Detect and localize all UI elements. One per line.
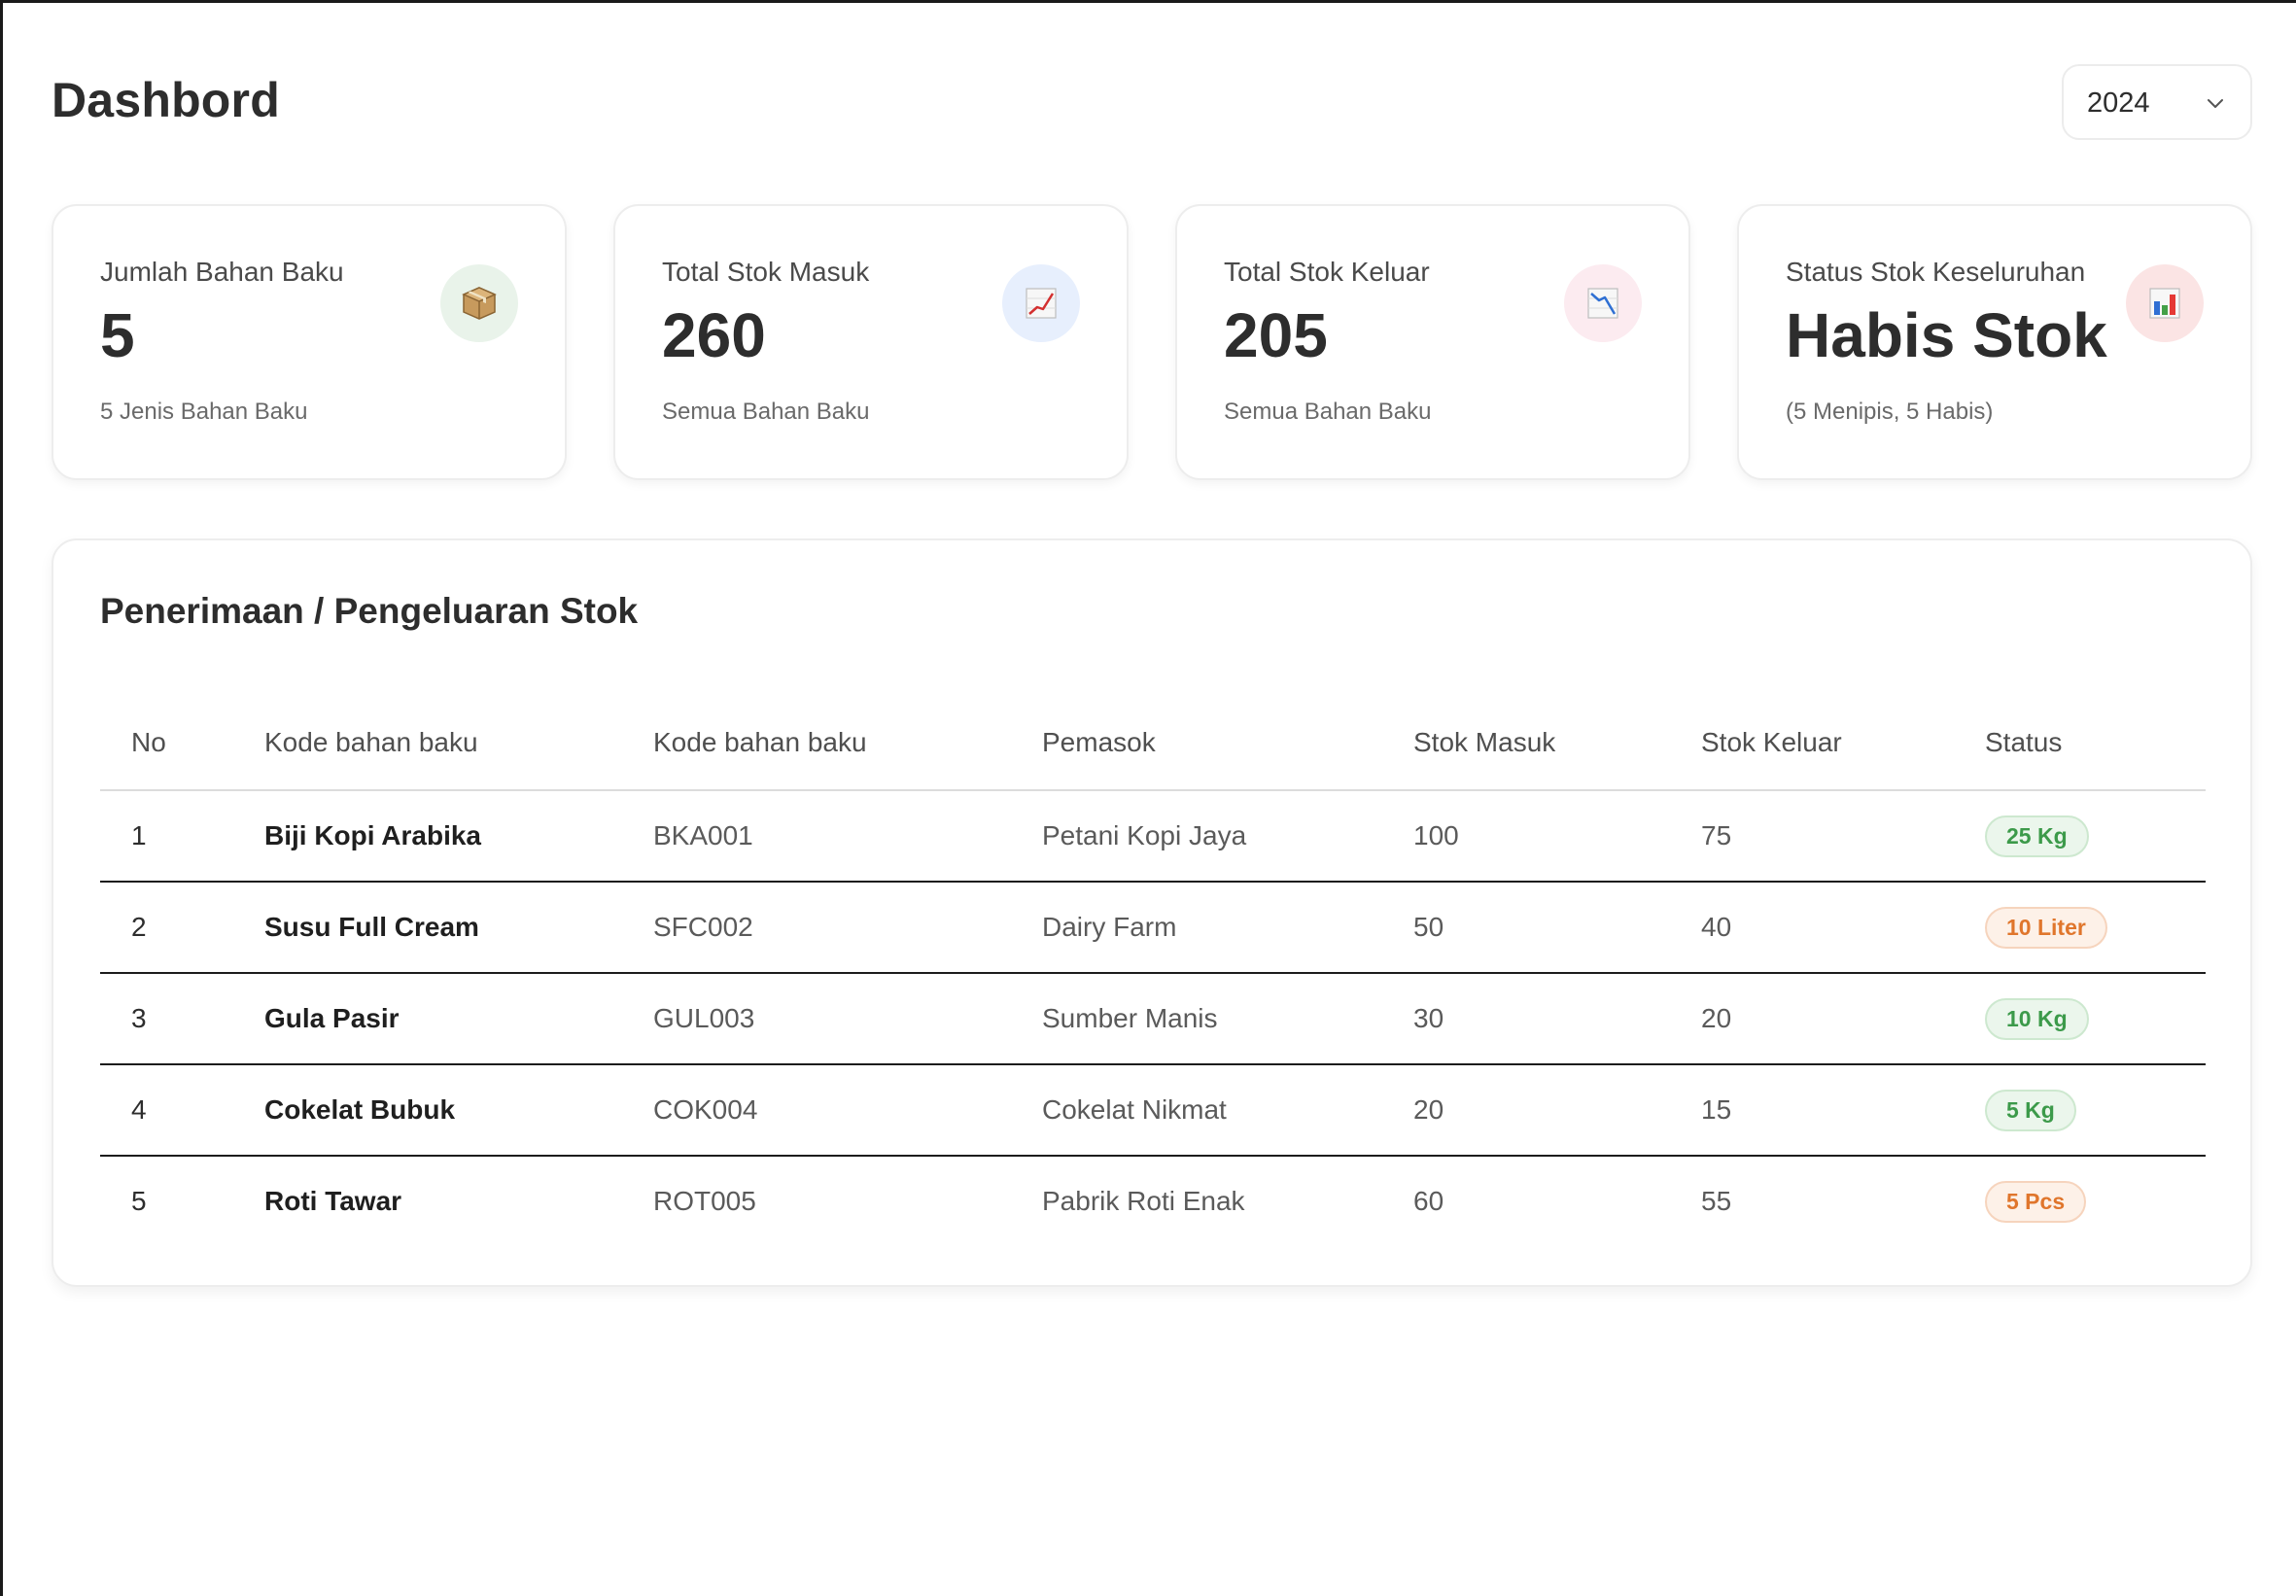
card-label: Status Stok Keseluruhan bbox=[1786, 257, 2086, 287]
cell-status: 25 Kg bbox=[1954, 790, 2206, 883]
card-total-stok-masuk: Total Stok Masuk 260 Semua Bahan Baku bbox=[613, 204, 1129, 480]
status-badge: 5 Kg bbox=[1985, 1089, 2076, 1131]
cell-stok-keluar: 15 bbox=[1670, 1064, 1954, 1157]
status-badge: 25 Kg bbox=[1985, 815, 2089, 857]
cell-name: Roti Tawar bbox=[264, 1186, 402, 1216]
page-title: Dashbord bbox=[52, 73, 280, 127]
card-value: Habis Stok bbox=[1786, 300, 2107, 370]
cell-code: GUL003 bbox=[622, 973, 1011, 1065]
year-select[interactable]: 2024 bbox=[2062, 64, 2252, 140]
cell-code: COK004 bbox=[622, 1064, 1011, 1157]
package-icon bbox=[440, 264, 518, 342]
cell-supplier: Petani Kopi Jaya bbox=[1011, 790, 1382, 883]
cell-status: 10 Liter bbox=[1954, 882, 2206, 974]
chart-increasing-icon bbox=[1002, 264, 1080, 342]
cell-supplier: Dairy Farm bbox=[1011, 882, 1382, 974]
cell-stok-keluar: 40 bbox=[1670, 882, 1954, 974]
table-header-row: No Kode bahan baku Kode bahan baku Pemas… bbox=[100, 696, 2206, 791]
bar-chart-icon bbox=[2126, 264, 2204, 342]
card-total-stok-keluar: Total Stok Keluar 205 Semua Bahan Baku bbox=[1175, 204, 1690, 480]
column-header-kode[interactable]: Kode bahan baku bbox=[622, 696, 1011, 791]
cell-stok-keluar: 55 bbox=[1701, 1186, 1732, 1216]
cell-supplier: Cokelat Nikmat bbox=[1011, 1064, 1382, 1157]
panel-title: Penerimaan / Pengeluaran Stok bbox=[100, 591, 639, 631]
card-jumlah-bahan-baku: Jumlah Bahan Baku 5 5 Jenis Bahan Baku bbox=[52, 204, 567, 480]
cell-name: Susu Full Cream bbox=[233, 882, 622, 974]
table-row[interactable]: 4 Cokelat Bubuk COK004 Cokelat Nikmat 20… bbox=[100, 1064, 2206, 1157]
cell-stok-masuk: 100 bbox=[1382, 790, 1670, 883]
column-header-pemasok[interactable]: Pemasok bbox=[1011, 696, 1382, 791]
cell-stok-masuk: 20 bbox=[1382, 1064, 1670, 1157]
cell-no: 5 bbox=[131, 1186, 147, 1216]
stock-panel: Penerimaan / Pengeluaran Stok No Kode ba… bbox=[52, 538, 2252, 1287]
cell-code: ROT005 bbox=[653, 1186, 756, 1216]
cell-status: 10 Kg bbox=[1954, 973, 2206, 1065]
card-subtext: Semua Bahan Baku bbox=[662, 399, 870, 425]
cell-no: 1 bbox=[100, 790, 233, 883]
cell-stok-masuk: 50 bbox=[1382, 882, 1670, 974]
cell-status: 5 Kg bbox=[1954, 1064, 2206, 1157]
window-top-border bbox=[3, 0, 2296, 3]
cell-name: Gula Pasir bbox=[233, 973, 622, 1065]
status-badge: 5 Pcs bbox=[1985, 1180, 2087, 1223]
card-label: Total Stok Keluar bbox=[1224, 257, 1430, 287]
cell-status: 5 Pcs bbox=[1954, 1156, 2206, 1246]
card-label: Total Stok Masuk bbox=[662, 257, 870, 287]
cell-name: Biji Kopi Arabika bbox=[233, 790, 622, 883]
table-row[interactable]: 2 Susu Full Cream SFC002 Dairy Farm 50 4… bbox=[100, 882, 2206, 974]
cell-stok-keluar: 20 bbox=[1670, 973, 1954, 1065]
column-header-no[interactable]: No bbox=[100, 696, 233, 791]
cell-code: SFC002 bbox=[622, 882, 1011, 974]
summary-cards: Jumlah Bahan Baku 5 5 Jenis Bahan Baku T… bbox=[52, 204, 2252, 480]
card-value: 205 bbox=[1224, 300, 1328, 370]
chart-decreasing-icon bbox=[1564, 264, 1642, 342]
status-badge: 10 Liter bbox=[1985, 906, 2107, 949]
stock-table: No Kode bahan baku Kode bahan baku Pemas… bbox=[100, 696, 2206, 1246]
table-row[interactable]: 3 Gula Pasir GUL003 Sumber Manis 30 20 1… bbox=[100, 973, 2206, 1065]
column-header-nama[interactable]: Kode bahan baku bbox=[233, 696, 622, 791]
card-value: 260 bbox=[662, 300, 766, 370]
card-value: 5 bbox=[100, 300, 135, 370]
cell-no: 3 bbox=[100, 973, 233, 1065]
cell-code: BKA001 bbox=[622, 790, 1011, 883]
card-subtext: 5 Jenis Bahan Baku bbox=[100, 399, 308, 425]
chevron-down-icon bbox=[2208, 99, 2223, 108]
cell-stok-masuk: 60 bbox=[1413, 1186, 1444, 1216]
table-row[interactable]: 5 Roti Tawar ROT005 Pabrik Roti Enak 60 … bbox=[100, 1156, 2206, 1246]
cell-supplier: Sumber Manis bbox=[1011, 973, 1382, 1065]
status-badge: 10 Kg bbox=[1985, 997, 2089, 1040]
cell-supplier: Pabrik Roti Enak bbox=[1042, 1186, 1245, 1216]
page-header: Dashbord 2024 bbox=[52, 64, 2252, 142]
year-select-value: 2024 bbox=[2087, 87, 2150, 119]
column-header-stok-masuk[interactable]: Stok Masuk bbox=[1382, 696, 1670, 791]
card-label: Jumlah Bahan Baku bbox=[100, 257, 344, 287]
column-header-status[interactable]: Status bbox=[1954, 696, 2206, 791]
cell-no: 2 bbox=[100, 882, 233, 974]
column-header-stok-keluar[interactable]: Stok Keluar bbox=[1670, 696, 1954, 791]
card-subtext: Semua Bahan Baku bbox=[1224, 399, 1432, 425]
cell-stok-masuk: 30 bbox=[1382, 973, 1670, 1065]
table-row[interactable]: 1 Biji Kopi Arabika BKA001 Petani Kopi J… bbox=[100, 790, 2206, 883]
cell-no: 4 bbox=[100, 1064, 233, 1157]
cell-stok-keluar: 75 bbox=[1670, 790, 1954, 883]
card-status-stok-keseluruhan: Status Stok Keseluruhan Habis Stok (5 Me… bbox=[1737, 204, 2252, 480]
cell-name: Cokelat Bubuk bbox=[233, 1064, 622, 1157]
card-subtext: (5 Menipis, 5 Habis) bbox=[1786, 399, 1994, 425]
